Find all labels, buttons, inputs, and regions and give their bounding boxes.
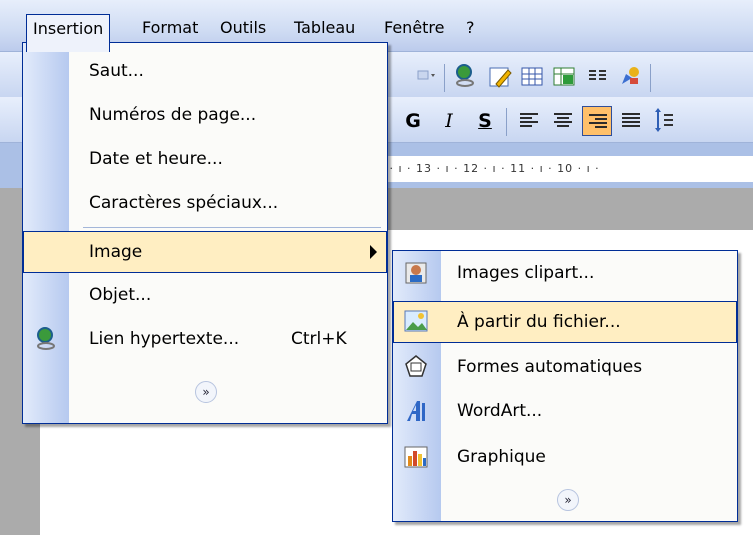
menu-item-a-partir-du-fichier[interactable]: À partir du fichier...	[393, 301, 737, 343]
menu-item-label: Lien hypertexte...	[89, 329, 240, 349]
image-submenu: Images clipart... À partir du fichier...…	[392, 250, 738, 522]
menu-item-saut[interactable]: Saut...	[23, 51, 387, 93]
menu-item-label: Objet...	[89, 285, 152, 305]
menu-item-lien-hypertexte[interactable]: Lien hypertexte... Ctrl+K	[23, 319, 387, 361]
menu-item-numeros-de-page[interactable]: Numéros de page...	[23, 95, 387, 137]
hyperlink-icon	[33, 326, 59, 352]
menu-insertion[interactable]: Insertion	[26, 14, 111, 52]
wordart-icon	[403, 398, 429, 424]
menu-item-label: À partir du fichier...	[457, 312, 621, 332]
menu-item-label: Caractères spéciaux...	[89, 193, 279, 213]
menu-item-label: Saut...	[89, 61, 144, 81]
menu-insertion-label: Insertion	[33, 19, 104, 38]
columns-icon[interactable]	[584, 62, 612, 90]
menu-fenetre-label: Fenêtre	[384, 18, 445, 37]
menu-format-label: Format	[142, 18, 199, 37]
menu-item-objet[interactable]: Objet...	[23, 275, 387, 317]
menu-item-images-clipart[interactable]: Images clipart...	[393, 253, 737, 295]
underline-button[interactable]: S	[470, 106, 500, 136]
submenu-arrow-icon	[370, 245, 377, 259]
toolbar-separator	[506, 108, 507, 136]
menu-item-label: Image	[89, 242, 143, 262]
horizontal-ruler[interactable]: 4 · ı · 13 · ı · 12 · ı · 11 · ı · 10 · …	[375, 156, 753, 182]
align-left-button[interactable]	[514, 106, 544, 136]
menu-format[interactable]: Format	[136, 14, 204, 42]
tables-borders-icon[interactable]	[486, 62, 514, 90]
drawing-icon[interactable]	[616, 62, 644, 90]
align-center-button[interactable]	[548, 106, 578, 136]
menu-item-label: Images clipart...	[457, 263, 595, 283]
bold-button[interactable]: G	[398, 106, 428, 136]
menu-item-wordart[interactable]: WordArt...	[393, 391, 737, 433]
menu-tableau[interactable]: Tableau	[288, 14, 361, 42]
menu-outils[interactable]: Outils	[214, 14, 272, 42]
insert-excel-icon[interactable]	[550, 62, 578, 90]
menu-help[interactable]: ?	[460, 14, 481, 42]
justify-button[interactable]	[616, 106, 646, 136]
hyperlink-icon[interactable]	[452, 62, 480, 90]
toolbar-separator	[650, 64, 651, 92]
align-right-button[interactable]	[582, 106, 612, 136]
insert-table-icon[interactable]	[518, 62, 546, 90]
menu-item-label: Graphique	[457, 447, 546, 467]
chart-icon	[403, 444, 429, 470]
menu-tableau-label: Tableau	[294, 18, 356, 37]
menu-fenetre[interactable]: Fenêtre	[378, 14, 451, 42]
menu-item-label: WordArt...	[457, 401, 543, 421]
menu-item-caracteres-speciaux[interactable]: Caractères spéciaux...	[23, 183, 387, 225]
picture-from-file-icon	[403, 308, 429, 334]
menu-item-date-et-heure[interactable]: Date et heure...	[23, 139, 387, 181]
menu-outils-label: Outils	[220, 18, 267, 37]
menu-item-graphique[interactable]: Graphique	[393, 437, 737, 479]
menu-item-label: Formes automatiques	[457, 357, 643, 377]
menu-item-label: Date et heure...	[89, 149, 223, 169]
dropdown-arrow-icon[interactable]	[416, 62, 440, 90]
menu-item-image[interactable]: Image	[23, 231, 387, 273]
expand-menu-chevron-icon[interactable]: »	[195, 381, 217, 403]
menu-item-label: Numéros de page...	[89, 105, 257, 125]
autoshapes-icon	[403, 354, 429, 380]
menu-item-shortcut: Ctrl+K	[291, 329, 347, 349]
menu-item-formes-automatiques[interactable]: Formes automatiques	[393, 347, 737, 389]
insertion-menu: Saut... Numéros de page... Date et heure…	[22, 42, 388, 424]
italic-button[interactable]: I	[434, 106, 464, 136]
menu-separator	[83, 227, 381, 228]
expand-submenu-chevron-icon[interactable]: »	[557, 489, 579, 511]
line-spacing-icon[interactable]	[650, 106, 674, 134]
menu-help-label: ?	[466, 18, 475, 37]
clipart-icon	[403, 260, 429, 286]
toolbar-separator	[444, 64, 445, 92]
